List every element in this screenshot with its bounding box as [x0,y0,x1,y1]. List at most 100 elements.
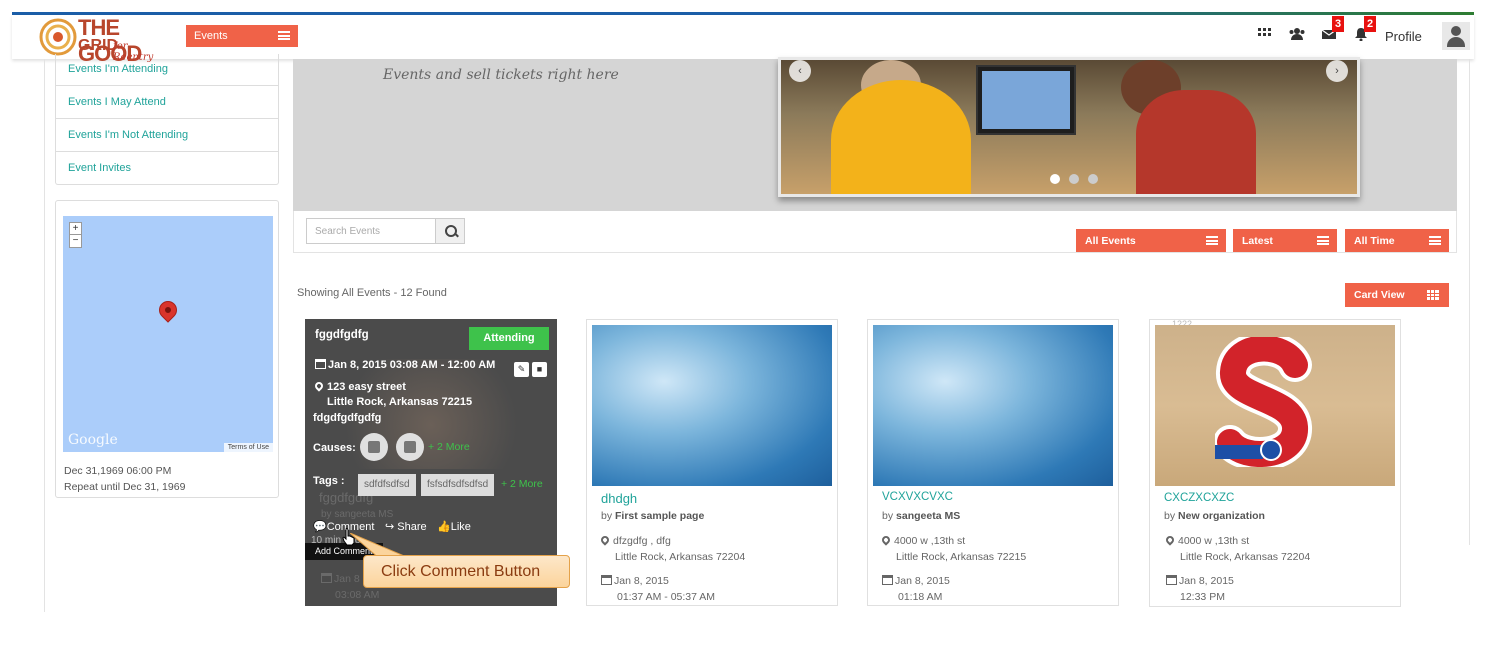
event-title[interactable]: dhdgh [601,491,637,506]
event-map[interactable]: + − Google Terms of Use [63,216,273,452]
by-prefix: by [1164,510,1176,522]
zoom-out-button[interactable]: − [70,235,81,247]
tag-chip[interactable]: fsfsdfsdfsdfsd [421,474,495,496]
like-button[interactable]: 👍Like [437,520,471,533]
thumbs-up-icon: 👍 [437,521,451,533]
calendar-icon [315,359,326,369]
letter-s-patch-icon [1215,337,1312,467]
section-dropdown-label: Events [194,30,228,42]
filter-all-events[interactable]: All Events [1076,229,1226,252]
tag-chip[interactable]: sdfdfsdfsd [358,474,416,496]
apps-grid-icon[interactable] [1256,27,1274,45]
slider-dot[interactable] [1088,174,1098,184]
event-date-text: Jan 8, 2015 [1179,575,1234,587]
logo[interactable]: THE GOOD GRID for Reentry [38,15,168,66]
event-location: 4000 w ,13th st Little Rock, Arkansas 72… [880,533,1026,565]
event-image[interactable] [592,325,832,486]
map-pin-icon [880,534,892,546]
share-icon: ↪ [385,521,398,533]
profile-link[interactable]: Profile [1385,29,1422,44]
layout-divider-left [44,59,45,612]
slider-dot[interactable] [1050,174,1060,184]
causes-label: Causes: [313,442,356,454]
map-pin-icon [1164,534,1176,546]
slide-laptop [976,65,1076,135]
event-date-text: Jan 8, 2015 03:08 AM - 12:00 AM [328,359,496,371]
filter-label: All Time [1354,235,1395,247]
event-title[interactable]: VCXVXCVXC [882,491,953,503]
event-card[interactable]: dhdgh by First sample page dfzgdfg , dfg… [586,319,838,606]
attending-status-button[interactable]: Attending [469,327,549,350]
image-slider[interactable]: ‹ › [778,57,1360,197]
menu-icon [1429,236,1441,245]
cause-food-icon[interactable] [396,433,424,461]
logo-flower-icon [39,18,77,56]
tags-more-link[interactable]: + 2 More [501,478,543,490]
hero-banner: Events and sell tickets right here ‹ › [293,57,1457,211]
top-header: THE GOOD GRID for Reentry Events 3 2 Pro… [12,15,1474,66]
view-toggle-button[interactable]: Card View [1345,283,1449,307]
slider-next-button[interactable]: › [1326,60,1348,82]
trash-icon[interactable]: ■ [532,362,547,377]
filter-all-time[interactable]: All Time [1345,229,1449,252]
comment-icon: 💬 [313,521,327,533]
zoom-in-button[interactable]: + [70,223,81,235]
event-title[interactable]: CXCZXCXZC [1164,492,1234,504]
map-marker-icon[interactable] [155,297,181,323]
search-input[interactable]: Search Events [306,218,436,244]
background-event-time: 03:08 AM [335,589,380,601]
calendar-icon [882,575,893,585]
event-time-text: 01:37 AM - 05:37 AM [617,591,716,603]
calendar-icon [601,575,612,585]
avatar[interactable] [1442,22,1470,50]
event-organizer: by First sample page [601,510,704,522]
map-pin-icon [599,534,611,546]
map-pin-icon [313,380,325,392]
event-image[interactable] [873,325,1113,486]
map-provider-logo: Google [68,432,118,448]
sidebar-item-not-attending[interactable]: Events I'm Not Attending [56,119,278,152]
logo-line-2: GRID [78,37,118,54]
edit-icon[interactable]: ✎ [514,362,529,377]
map-terms-link[interactable]: Terms of Use [223,443,273,452]
event-title[interactable]: fggdfgdfg [315,329,369,341]
map-zoom-control: + − [69,222,82,248]
mail-count-badge: 3 [1332,16,1344,32]
location-line-1: 4000 w ,13th st [1178,535,1250,547]
slider-dot[interactable] [1069,174,1079,184]
layout-divider-right [1469,59,1470,545]
tags-label: Tags : [313,475,345,487]
section-dropdown[interactable]: Events [186,25,298,47]
event-image[interactable] [1155,325,1395,486]
event-card[interactable]: 1222 CXCZXCXZC by New organization 4000 … [1149,319,1401,607]
notification-count-badge: 2 [1364,16,1376,32]
organizer-name[interactable]: New organization [1178,510,1265,522]
results-count: Showing All Events - 12 Found [297,287,447,299]
share-button[interactable]: ↪ Share [385,520,427,533]
causes-more-link[interactable]: + 2 More [428,441,470,453]
event-card[interactable]: VCXVXCVXC by sangeeta MS 4000 w ,13th st… [867,319,1119,606]
community-icon[interactable] [1288,27,1306,45]
menu-icon [1317,236,1329,245]
slide-laptop-screen [982,71,1070,129]
sidebar-item-invites[interactable]: Event Invites [56,152,278,185]
address-line-2: Little Rock, Arkansas 72215 [327,396,473,408]
events-filter-list: Events I'm Attending Events I May Attend… [55,54,279,185]
cause-ambulance-icon[interactable] [360,433,388,461]
map-panel: + − Google Terms of Use Dec 31,1969 06:0… [55,200,279,498]
event-location: dfzgdfg , dfg Little Rock, Arkansas 7220… [599,533,746,565]
event-repeat-text: Repeat until Dec 31, 1969 [64,481,186,493]
filter-latest[interactable]: Latest [1233,229,1337,252]
grid-icon [1427,290,1439,300]
sidebar-item-attending[interactable]: Events I'm Attending [56,54,278,86]
event-location: 4000 w ,13th st Little Rock, Arkansas 72… [1164,533,1310,565]
slider-prev-button[interactable]: ‹ [789,60,811,82]
location-line-2: Little Rock, Arkansas 72204 [615,551,746,563]
organizer-name[interactable]: First sample page [615,510,704,522]
background-event-date: Jan 8 [321,573,360,585]
events-toolbar: Search Events All Events Latest All Time [293,211,1457,253]
location-line-1: 4000 w ,13th st [894,535,966,547]
search-button[interactable] [435,218,465,244]
sidebar-item-may-attend[interactable]: Events I May Attend [56,86,278,119]
organizer-name[interactable]: sangeeta MS [896,510,960,522]
